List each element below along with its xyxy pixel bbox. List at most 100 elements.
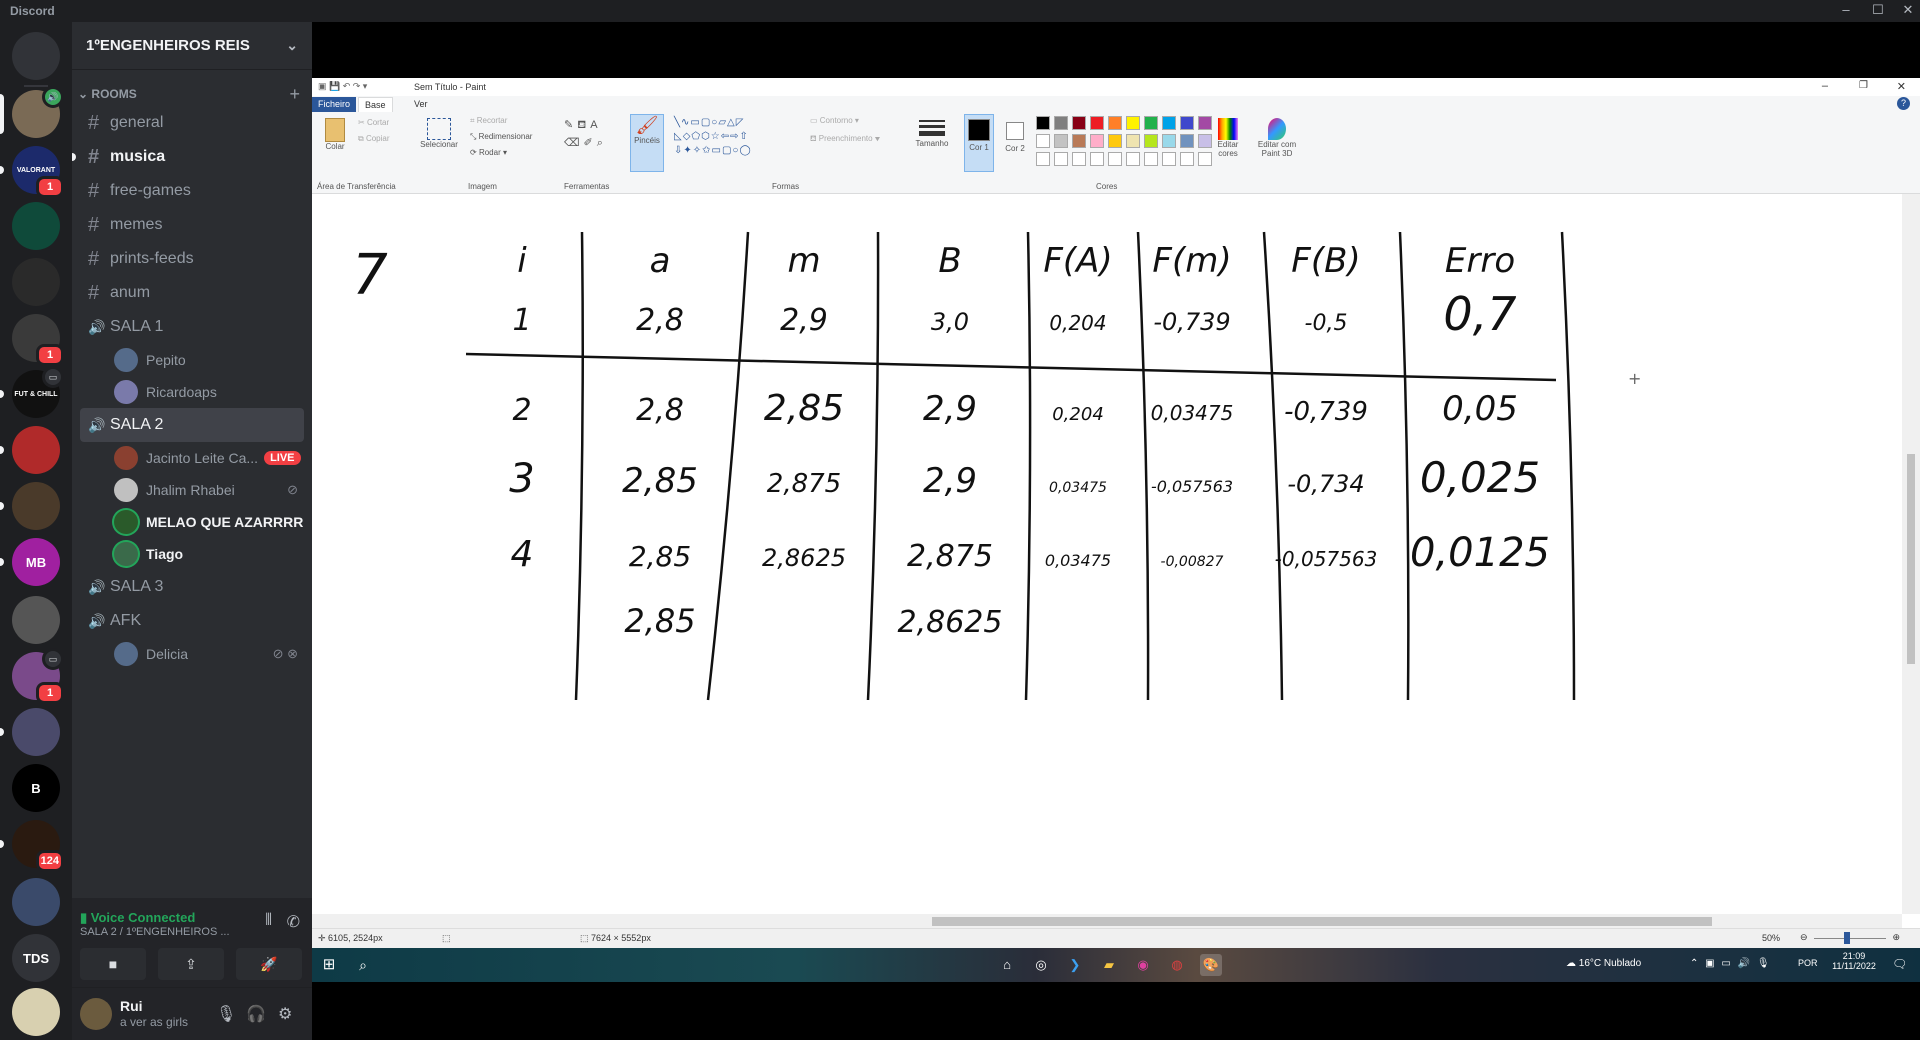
zoom-slider[interactable]: ⊖ ⊕ <box>1800 932 1900 944</box>
clock[interactable]: 21:09 11/11/2022 <box>1824 951 1884 971</box>
guild-header[interactable]: 1ºENGENHEIROS REIS ⌄ <box>72 22 312 70</box>
add-channel-icon[interactable]: + <box>289 84 300 105</box>
channel-general[interactable]: # general <box>80 106 304 140</box>
fill-button[interactable]: ⛾ Preenchimento ▾ <box>810 134 880 144</box>
quick-access-icons[interactable]: ▣ 💾 ↶ ↷ ▾ <box>318 81 367 92</box>
voice-user[interactable]: Pepito <box>114 344 304 376</box>
color2-button[interactable]: Cor 2 <box>1000 114 1030 153</box>
copy-button[interactable]: ⧉ Copiar <box>358 134 390 144</box>
color-swatch[interactable] <box>1126 116 1140 130</box>
server-icon[interactable]: 1 ▭ <box>12 648 64 704</box>
weather-widget[interactable]: ☁ 16°C Nublado <box>1566 958 1641 969</box>
color-swatch-empty[interactable] <box>1054 152 1068 166</box>
close-icon[interactable]: ✕ <box>1898 2 1918 18</box>
channel-free-games[interactable]: # free-games <box>80 174 304 208</box>
server-icon[interactable] <box>12 258 60 306</box>
taskbar-app-icon[interactable]: ⌂ <box>996 954 1018 976</box>
horizontal-scrollbar[interactable] <box>312 914 1902 928</box>
color-swatch[interactable] <box>1198 134 1212 148</box>
color-swatch-empty[interactable] <box>1072 152 1086 166</box>
color-swatch[interactable] <box>1072 116 1086 130</box>
color-swatch[interactable] <box>1180 116 1194 130</box>
color-swatch-empty[interactable] <box>1198 152 1212 166</box>
discord-home-button[interactable] <box>12 32 60 80</box>
headphones-icon[interactable]: 🎧 <box>246 1004 266 1024</box>
color-swatch[interactable] <box>1090 134 1104 148</box>
vertical-scrollbar[interactable] <box>1902 194 1920 914</box>
color-swatch[interactable] <box>1144 116 1158 130</box>
color-swatch[interactable] <box>1090 116 1104 130</box>
category-rooms[interactable]: ⌄ ROOMS + <box>72 82 312 106</box>
server-icon[interactable]: 124 <box>0 820 64 872</box>
color-swatch[interactable] <box>1054 116 1068 130</box>
chrome-icon[interactable]: ◍ <box>1166 954 1188 976</box>
server-icon[interactable]: TDS <box>12 934 60 982</box>
server-icon[interactable] <box>0 708 60 756</box>
server-icon[interactable] <box>12 878 60 926</box>
server-icon[interactable]: MB <box>0 538 60 586</box>
cut-button[interactable]: ✂ Cortar <box>358 118 389 127</box>
brushes-button[interactable]: 🖌 Pincéis <box>630 114 664 172</box>
paint-restore-icon[interactable]: ❐ <box>1859 80 1868 91</box>
server-icon[interactable] <box>12 988 60 1036</box>
voice-user[interactable]: Jacinto Leite Ca... LIVE <box>114 442 304 474</box>
language-indicator[interactable]: POR <box>1798 958 1818 968</box>
discord-taskbar-icon[interactable]: ◉ <box>1132 954 1154 976</box>
noise-suppression-icon[interactable]: ⫴ <box>265 912 272 930</box>
color-swatch-empty[interactable] <box>1144 152 1158 166</box>
color-swatch-empty[interactable] <box>1108 152 1122 166</box>
vertical-scroll-thumb[interactable] <box>1907 454 1915 664</box>
color-swatch[interactable] <box>1036 134 1050 148</box>
edit-colors-button[interactable]: Editar cores <box>1212 118 1244 158</box>
steam-icon[interactable]: ◎ <box>1030 954 1052 976</box>
gear-icon[interactable]: ⚙ <box>278 1004 292 1024</box>
color-swatch[interactable] <box>1162 134 1176 148</box>
color-swatch[interactable] <box>1072 134 1086 148</box>
tab-ver[interactable]: Ver <box>408 97 434 112</box>
voice-user[interactable]: MELAO QUE AZARRRR <box>114 506 304 538</box>
tab-ficheiro[interactable]: Ficheiro <box>312 97 357 112</box>
paste-button[interactable]: Colar <box>320 118 350 151</box>
activity-button[interactable]: 🚀 <box>236 948 302 980</box>
color-swatch[interactable] <box>1036 116 1050 130</box>
color-swatch[interactable] <box>1198 116 1212 130</box>
color-swatch[interactable] <box>1108 116 1122 130</box>
color-swatch[interactable] <box>1126 134 1140 148</box>
voice-channel[interactable]: 🔊 SALA 1 <box>80 310 304 344</box>
eraser-picker-magnifier-tools[interactable]: ⌫✐⌕ <box>564 136 607 150</box>
channel-prints-feeds[interactable]: # prints-feeds <box>80 242 304 276</box>
resize-button[interactable]: ⤡ Redimensionar <box>470 132 532 142</box>
voice-user[interactable]: Ricardoaps <box>114 376 304 408</box>
channel-memes[interactable]: # memes <box>80 208 304 242</box>
server-icon[interactable]: FUT & CHILL ▭ <box>0 366 64 418</box>
color-swatch[interactable] <box>1162 116 1176 130</box>
vscode-icon[interactable]: ❯ <box>1064 954 1086 976</box>
color1-button[interactable]: Cor 1 <box>964 114 994 172</box>
voice-user[interactable]: Jhalim Rhabei ⊘ <box>114 474 304 506</box>
paint-taskbar-icon[interactable]: 🎨 <box>1200 954 1222 976</box>
color-swatch-empty[interactable] <box>1036 152 1050 166</box>
server-icon[interactable]: 🔊 <box>0 86 64 138</box>
server-icon[interactable]: VALORANT 1 <box>0 146 64 198</box>
channel-anum[interactable]: # anum <box>80 276 304 310</box>
notifications-icon[interactable]: 🗨 <box>1892 957 1907 971</box>
voice-channel[interactable]: 🔊 AFK <box>80 604 304 638</box>
size-button[interactable]: Tamanho <box>912 118 952 148</box>
minimize-icon[interactable]: – <box>1836 2 1856 17</box>
maximize-icon[interactable]: ☐ <box>1868 2 1888 18</box>
rotate-button[interactable]: ⟳ Rodar ▾ <box>470 148 507 157</box>
paint-canvas[interactable]: 7 i a m B F(A) F(m) F(B) Erro 1 2,8 2,9 3,0 0,204 -0,7… <box>312 194 1902 914</box>
server-icon[interactable] <box>12 596 60 644</box>
shapes-gallery[interactable]: ╲∿▭▢○▱△◸ ◺◇⬠⬡☆⇦⇨⇧ ⇩✦✧✩▭▢○◯ <box>674 116 752 158</box>
voice-status[interactable]: ▮ Voice Connected <box>80 910 195 926</box>
horizontal-scroll-thumb[interactable] <box>932 917 1712 926</box>
color-swatch[interactable] <box>1108 134 1122 148</box>
server-icon[interactable] <box>0 426 60 474</box>
color-swatch[interactable] <box>1180 134 1194 148</box>
tray-icons[interactable]: ⌃ ▣ ▭ 🔊 🎙 <box>1690 958 1772 969</box>
zoom-in-icon[interactable]: ⊕ <box>1892 932 1900 943</box>
windows-start-icon[interactable]: ⊞ <box>318 954 340 976</box>
paint-minimize-icon[interactable]: – <box>1822 80 1828 92</box>
help-icon[interactable]: ? <box>1897 97 1910 110</box>
color-swatch-empty[interactable] <box>1162 152 1176 166</box>
